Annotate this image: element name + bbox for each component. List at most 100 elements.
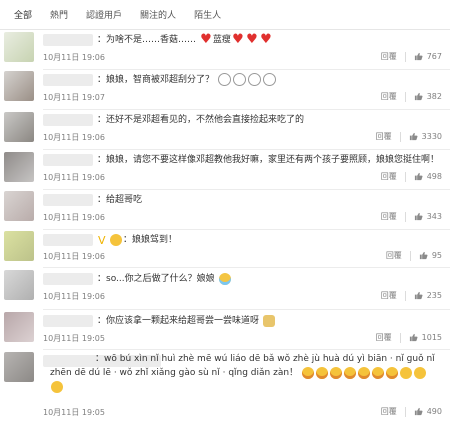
divider [404,211,406,222]
thumbs-up-icon [409,132,418,141]
heart-icon: ♥ [246,33,258,47]
avatar[interactable] [4,112,34,142]
comment-text: ：还好不是邓超看见的，不然他会直接捡起来吃了的 [97,115,305,125]
tab-following[interactable]: 關注的人 [140,8,176,21]
reply-button[interactable]: 回覆 [381,290,397,301]
like-button[interactable]: 343 [414,212,442,221]
like-count: 498 [426,172,442,181]
v-badge-icon: V [98,233,106,247]
like-count: 382 [426,92,442,101]
comment-text: ：娘娘，请您不要这样像邓超教他我好嘛，家里还有两个孩子要照顾，娘娘您挺住啊！ [97,155,440,165]
heart-icon: ♥ [260,33,272,47]
like-button[interactable]: 498 [414,172,442,181]
reply-button[interactable]: 回覆 [386,250,402,261]
comment-text: ：你应该拿一颗起来给超哥尝一尝味道呀 [97,314,442,328]
reply-button[interactable]: 回覆 [381,91,397,102]
comment-item: ：还好不是邓超看见的，不然他会直接捡起来吃了的 10月11日 19:06 回覆 … [0,110,450,150]
tab-all[interactable]: 全部 [14,8,32,21]
thumbs-up-icon [414,172,423,181]
like-count: 95 [431,251,442,260]
avatar[interactable] [4,71,34,101]
reply-button[interactable]: 回覆 [381,211,397,222]
username[interactable] [43,114,93,126]
avatar[interactable] [4,270,34,300]
avatar[interactable] [4,312,34,342]
comment-actions: 回覆 498 [381,171,442,182]
face-emoji-icon [399,366,412,379]
like-button[interactable]: 490 [414,407,442,416]
comment-item: ：给超哥吃 10月11日 19:06 回覆 343 [0,190,450,230]
avatar[interactable] [4,231,34,261]
laugh-emoji-icon [357,366,370,379]
timestamp: 10月11日 19:05 [43,334,105,343]
like-button[interactable]: 3330 [409,132,442,141]
divider [399,131,401,142]
thumbs-up-icon [414,212,423,221]
divider [399,332,401,343]
timestamp: 10月11日 19:07 [43,93,105,102]
comment-item: ：娘娘，请您不要这样像邓超教他我好嘛，家里还有两个孩子要照顾，娘娘您挺住啊！ 1… [0,150,450,190]
like-button[interactable]: 767 [414,52,442,61]
like-button[interactable]: 95 [419,251,442,260]
divider [404,290,406,301]
laugh-emoji-icon [371,366,384,379]
avatar[interactable] [4,352,34,382]
reply-button[interactable]: 回覆 [376,332,392,343]
face-emoji-icon [110,233,122,246]
reply-button[interactable]: 回覆 [376,131,392,142]
divider [404,91,406,102]
username[interactable] [43,74,93,86]
username[interactable] [43,273,93,285]
like-count: 3330 [421,132,442,141]
like-button[interactable]: 235 [414,291,442,300]
timestamp: 10月11日 19:06 [43,53,105,62]
reply-button[interactable]: 回覆 [381,171,397,182]
username[interactable] [43,194,93,206]
comment-actions: 回覆 95 [386,250,442,261]
username[interactable] [43,154,93,166]
heart-icon: ♥ [200,33,212,47]
like-count: 235 [426,291,442,300]
filter-tabs: 全部 熱門 認證用戶 關注的人 陌生人 [0,0,450,30]
laugh-emoji-icon [385,366,398,379]
reply-button[interactable]: 回覆 [381,51,397,62]
comment-item: ：为啥不是……香菇…… ♥蓝瘦♥ ♥ ♥ 10月11日 19:06 回覆 767 [0,30,450,70]
reply-button[interactable]: 回覆 [381,406,397,417]
like-count: 1015 [421,333,442,342]
laugh-emoji-icon [329,366,342,379]
like-count: 490 [426,407,442,416]
comment-actions: 回覆 490 [381,406,442,417]
comment-text: ：给超哥吃 [97,195,143,205]
like-button[interactable]: 1015 [409,333,442,342]
laugh-emoji-icon [301,366,314,379]
tab-verified[interactable]: 認證用戶 [86,8,122,21]
comment-item: ：你应该拿一颗起来给超哥尝一尝味道呀 10月11日 19:05 回覆 1015 [0,310,450,350]
thumbs-up-icon [409,333,418,342]
bear-emoji-icon [262,314,275,327]
username[interactable] [43,34,93,46]
laugh-emoji-icon [343,366,356,379]
face-emoji-icon [51,380,63,393]
timestamp: 10月11日 19:06 [43,133,105,142]
username[interactable] [43,234,93,246]
like-button[interactable]: 382 [414,92,442,101]
avatar[interactable] [4,32,34,62]
divider [404,51,406,62]
comment-item: ：娘娘，智商被邓超刮分了？ 10月11日 19:07 回覆 382 [0,70,450,110]
tab-hot[interactable]: 熱門 [50,8,68,21]
tab-strangers[interactable]: 陌生人 [194,8,221,21]
divider [409,250,411,261]
username[interactable] [43,315,93,327]
thumbs-up-icon [414,52,423,61]
timestamp: 10月11日 19:05 [43,408,105,417]
thumbs-up-icon [419,251,428,260]
comment-actions: 回覆 1015 [376,332,442,343]
comment-item: ：wō bú xìn nǐ huì zhè mē wú liáo dē bǎ w… [0,350,450,422]
comment-text: ：为啥不是……香菇…… ♥蓝瘦♥ ♥ ♥ [97,33,272,47]
avatar[interactable] [4,191,34,221]
timestamp: 10月11日 19:06 [43,173,105,182]
divider [404,406,406,417]
timestamp: 10月11日 19:06 [43,252,105,261]
avatar[interactable] [4,152,34,182]
timestamp: 10月11日 19:06 [43,213,105,222]
